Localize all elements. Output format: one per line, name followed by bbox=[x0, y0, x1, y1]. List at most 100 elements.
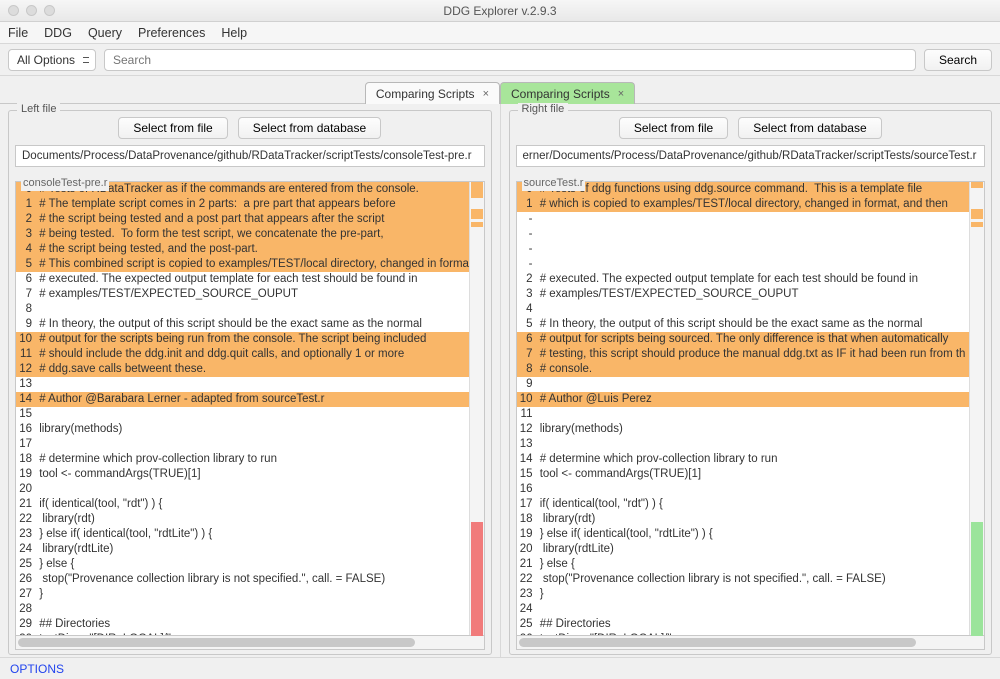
code-line[interactable]: 4 bbox=[517, 302, 970, 317]
code-line[interactable]: 7 # testing, this script should produce … bbox=[517, 347, 970, 362]
left-hscrollbar[interactable] bbox=[15, 636, 485, 650]
code-line[interactable]: 27 } bbox=[16, 587, 469, 602]
code-line[interactable]: - bbox=[517, 227, 970, 242]
code-line[interactable]: 9 bbox=[517, 377, 970, 392]
close-icon[interactable]: × bbox=[618, 88, 624, 100]
code-line[interactable]: 22 library(rdt) bbox=[16, 512, 469, 527]
line-text: # In theory, the output of this script s… bbox=[537, 317, 923, 332]
left-code-lines[interactable]: 0 # Tests of RDataTracker as if the comm… bbox=[16, 182, 469, 635]
code-line[interactable]: 18 library(rdt) bbox=[517, 512, 970, 527]
code-line[interactable]: 25 } else { bbox=[16, 557, 469, 572]
menu-help[interactable]: Help bbox=[221, 26, 247, 40]
code-line[interactable]: 8 bbox=[16, 302, 469, 317]
code-line[interactable]: 21 if( identical(tool, "rdt") ) { bbox=[16, 497, 469, 512]
tab-comparing-scripts-2[interactable]: Comparing Scripts × bbox=[500, 82, 635, 104]
code-line[interactable]: 11 # should include the ddg.init and ddg… bbox=[16, 347, 469, 362]
code-line[interactable]: 19 } else if( identical(tool, "rdtLite")… bbox=[517, 527, 970, 542]
right-path[interactable]: erner/Documents/Process/DataProvenance/g… bbox=[516, 145, 986, 167]
right-select-from-database-button[interactable]: Select from database bbox=[738, 117, 881, 139]
code-line[interactable]: - bbox=[517, 257, 970, 272]
code-line[interactable]: 22 stop("Provenance collection library i… bbox=[517, 572, 970, 587]
code-line[interactable]: 13 bbox=[16, 377, 469, 392]
zoom-window-icon[interactable] bbox=[44, 5, 55, 16]
code-line[interactable]: 21 } else { bbox=[517, 557, 970, 572]
left-path[interactable]: Documents/Process/DataProvenance/github/… bbox=[15, 145, 485, 167]
code-line[interactable]: 30 testDir <- "[DIR_LOCAL]/" bbox=[16, 632, 469, 635]
window-title: DDG Explorer v.2.9.3 bbox=[0, 4, 1000, 18]
code-line[interactable]: 24 library(rdtLite) bbox=[16, 542, 469, 557]
code-line[interactable]: 25 ## Directories bbox=[517, 617, 970, 632]
code-line[interactable]: 11 bbox=[517, 407, 970, 422]
left-minimap[interactable] bbox=[469, 182, 484, 635]
code-line[interactable]: 15 tool <- commandArgs(TRUE)[1] bbox=[517, 467, 970, 482]
search-button[interactable]: Search bbox=[924, 49, 992, 71]
code-line[interactable]: 3 # being tested. To form the test scrip… bbox=[16, 227, 469, 242]
code-line[interactable]: 18 # determine which prov-collection lib… bbox=[16, 452, 469, 467]
menu-query[interactable]: Query bbox=[88, 26, 122, 40]
menu-preferences[interactable]: Preferences bbox=[138, 26, 205, 40]
right-minimap[interactable] bbox=[969, 182, 984, 635]
code-line[interactable]: 10 # output for the scripts being run fr… bbox=[16, 332, 469, 347]
code-line[interactable]: 5 # In theory, the output of this script… bbox=[517, 317, 970, 332]
right-code-lines[interactable]: 0 # Tests of ddg functions using ddg.sou… bbox=[517, 182, 970, 635]
code-line[interactable]: 16 bbox=[517, 482, 970, 497]
close-icon[interactable]: × bbox=[483, 88, 489, 100]
code-line[interactable]: 17 bbox=[16, 437, 469, 452]
code-line[interactable]: 28 bbox=[16, 602, 469, 617]
minimap-mark[interactable] bbox=[471, 222, 483, 227]
code-line[interactable]: 17 if( identical(tool, "rdt") ) { bbox=[517, 497, 970, 512]
menu-file[interactable]: File bbox=[8, 26, 28, 40]
close-window-icon[interactable] bbox=[8, 5, 19, 16]
code-line[interactable]: 26 stop("Provenance collection library i… bbox=[16, 572, 469, 587]
code-line[interactable]: 29 ## Directories bbox=[16, 617, 469, 632]
code-line[interactable]: 14 # determine which prov-collection lib… bbox=[517, 452, 970, 467]
code-line[interactable]: 6 # executed. The expected output templa… bbox=[16, 272, 469, 287]
minimap-mark[interactable] bbox=[971, 182, 983, 188]
code-line[interactable]: 23 } else if( identical(tool, "rdtLite")… bbox=[16, 527, 469, 542]
code-line[interactable]: 14 # Author @Barabara Lerner - adapted f… bbox=[16, 392, 469, 407]
code-line[interactable]: 1 # The template script comes in 2 parts… bbox=[16, 197, 469, 212]
line-number: 12 bbox=[16, 362, 36, 377]
code-line[interactable]: 10 # Author @Luis Perez bbox=[517, 392, 970, 407]
right-hscrollbar[interactable] bbox=[516, 636, 986, 650]
code-line[interactable]: 4 # the script being tested, and the pos… bbox=[16, 242, 469, 257]
minimap-mark[interactable] bbox=[971, 222, 983, 227]
code-line[interactable]: - bbox=[517, 212, 970, 227]
search-input[interactable] bbox=[104, 49, 916, 71]
code-line[interactable]: 2 # executed. The expected output templa… bbox=[517, 272, 970, 287]
options-link[interactable]: OPTIONS bbox=[10, 662, 64, 676]
minimap-mark[interactable] bbox=[971, 209, 983, 219]
code-line[interactable]: 12 # ddg.save calls betweent these. bbox=[16, 362, 469, 377]
code-line[interactable]: 9 # In theory, the output of this script… bbox=[16, 317, 469, 332]
code-line[interactable]: 5 # This combined script is copied to ex… bbox=[16, 257, 469, 272]
code-line[interactable]: 15 bbox=[16, 407, 469, 422]
footer: OPTIONS bbox=[0, 657, 1000, 679]
code-line[interactable]: 8 # console. bbox=[517, 362, 970, 377]
code-line[interactable]: 23 } bbox=[517, 587, 970, 602]
minimap-mark[interactable] bbox=[471, 522, 483, 642]
minimap-mark[interactable] bbox=[471, 182, 483, 198]
code-line[interactable]: - bbox=[517, 242, 970, 257]
minimap-mark[interactable] bbox=[971, 522, 983, 642]
code-line[interactable]: 7 # examples/TEST/EXPECTED_SOURCE_OUPUT bbox=[16, 287, 469, 302]
right-select-from-file-button[interactable]: Select from file bbox=[619, 117, 728, 139]
code-line[interactable]: 16 library(methods) bbox=[16, 422, 469, 437]
code-line[interactable]: 12 library(methods) bbox=[517, 422, 970, 437]
minimap-mark[interactable] bbox=[471, 209, 483, 219]
code-line[interactable]: 20 library(rdtLite) bbox=[517, 542, 970, 557]
code-line[interactable]: 20 bbox=[16, 482, 469, 497]
left-select-from-database-button[interactable]: Select from database bbox=[238, 117, 381, 139]
left-select-from-file-button[interactable]: Select from file bbox=[118, 117, 227, 139]
code-line[interactable]: 3 # examples/TEST/EXPECTED_SOURCE_OUPUT bbox=[517, 287, 970, 302]
code-line[interactable]: 6 # output for scripts being sourced. Th… bbox=[517, 332, 970, 347]
tab-comparing-scripts-1[interactable]: Comparing Scripts × bbox=[365, 82, 500, 104]
code-line[interactable]: 19 tool <- commandArgs(TRUE)[1] bbox=[16, 467, 469, 482]
code-line[interactable]: 1 # which is copied to examples/TEST/loc… bbox=[517, 197, 970, 212]
code-line[interactable]: 2 # the script being tested and a post p… bbox=[16, 212, 469, 227]
options-dropdown[interactable]: All Options bbox=[8, 49, 96, 71]
minimize-window-icon[interactable] bbox=[26, 5, 37, 16]
menu-ddg[interactable]: DDG bbox=[44, 26, 72, 40]
code-line[interactable]: 26 testDir <- "[DIR_LOCAL]/" bbox=[517, 632, 970, 635]
code-line[interactable]: 13 bbox=[517, 437, 970, 452]
code-line[interactable]: 24 bbox=[517, 602, 970, 617]
